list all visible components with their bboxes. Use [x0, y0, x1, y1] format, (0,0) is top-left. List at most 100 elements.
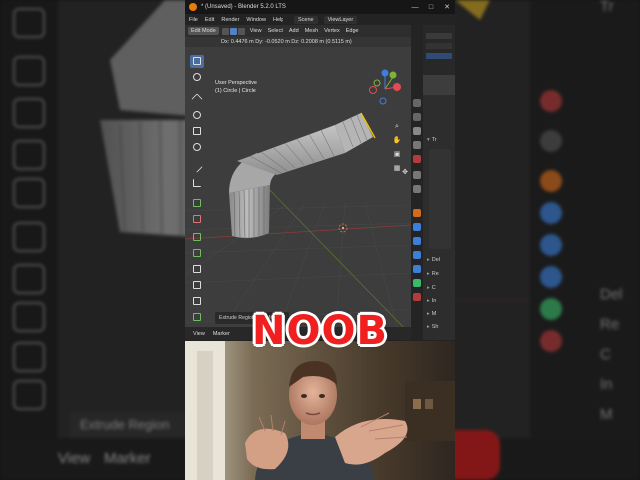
constraints-tab-icon[interactable]	[413, 265, 421, 273]
physics-tab-icon[interactable]	[413, 251, 421, 259]
webcam-image	[185, 341, 455, 480]
noob-caption: NOOB	[252, 308, 388, 354]
collection-tab-icon[interactable]	[413, 185, 421, 193]
render-tab-icon[interactable]	[413, 113, 421, 121]
extrude-icon[interactable]	[190, 197, 204, 210]
bg-prop-icon	[540, 130, 562, 152]
scale-icon[interactable]	[190, 125, 204, 138]
bg-tool-icon	[13, 264, 45, 294]
scene-tab-icon[interactable]	[413, 155, 421, 163]
view-layer-tab-icon[interactable]	[413, 141, 421, 149]
tool-tab-icon[interactable]	[413, 99, 421, 107]
minimize-button[interactable]: —	[407, 4, 423, 11]
bg-prop-label: Tr	[600, 0, 614, 15]
blender-logo-icon	[189, 3, 197, 11]
modifier-tab-icon[interactable]	[413, 223, 421, 231]
prop-section-delta[interactable]: ▸ Del	[427, 257, 440, 263]
mesh-object[interactable]	[229, 112, 376, 240]
bg-tool-icon	[13, 56, 45, 86]
bg-tool-icon	[13, 98, 45, 128]
transform-icon[interactable]	[190, 141, 204, 154]
outliner[interactable]	[423, 25, 455, 75]
bg-prop-icon	[540, 170, 562, 192]
edge-select-icon[interactable]	[229, 27, 237, 35]
bg-tool-icon	[13, 380, 45, 410]
menu-add[interactable]: Add	[289, 28, 299, 34]
view-name: User Perspective	[215, 80, 257, 86]
scene-selector[interactable]: Scene	[293, 15, 318, 24]
menu-render[interactable]: Render	[221, 17, 239, 23]
pan-hand-icon[interactable]: ✋	[391, 135, 403, 147]
viewport-info: User Perspective (1) Circle | Circle	[215, 79, 257, 95]
bg-prop-icon	[540, 202, 562, 224]
bg-tool-icon	[13, 302, 45, 332]
tool-shelf	[188, 55, 206, 340]
mode-selector[interactable]: Edit Mode	[188, 27, 219, 35]
menu-mesh[interactable]: Mesh	[305, 28, 318, 34]
menu-vertex[interactable]: Vertex	[324, 28, 340, 34]
outliner-row[interactable]	[426, 53, 452, 59]
bg-prop-label: C	[600, 346, 611, 363]
object-tab-icon[interactable]	[413, 209, 421, 217]
spin-icon[interactable]	[190, 295, 204, 308]
inset-icon[interactable]	[190, 213, 204, 226]
prop-section-instancing[interactable]: ▸ In	[427, 298, 436, 304]
3d-viewport[interactable]: Edit Mode View Select Add Mesh Vertex Ed…	[185, 25, 411, 340]
bg-prop-label: In	[600, 376, 613, 393]
bg-prop-icon	[540, 234, 562, 256]
move-view-icon[interactable]: ✥	[399, 167, 411, 179]
bg-tool-icon	[13, 8, 45, 38]
gizmo-z-icon	[381, 69, 389, 77]
poly-build-icon[interactable]	[190, 279, 204, 292]
rotate-icon[interactable]	[190, 109, 204, 122]
camera-icon[interactable]: ▣	[391, 149, 403, 161]
data-tab-icon[interactable]	[413, 279, 421, 287]
menu-help[interactable]: Help	[273, 17, 283, 23]
material-tab-icon[interactable]	[413, 293, 421, 301]
menu-edge[interactable]: Edge	[346, 28, 359, 34]
prop-section-transform[interactable]: ▾ Tr	[427, 137, 437, 143]
view-layer-selector[interactable]: ViewLayer	[323, 15, 358, 24]
menu-select[interactable]: Select	[268, 28, 283, 34]
blender-window: * (Unsaved) - Blender 5.2.0 LTS — □ ✕ Fi…	[185, 0, 455, 340]
face-select-icon[interactable]	[237, 27, 245, 35]
measure-icon[interactable]	[190, 177, 204, 190]
transform-status: Dx: 0.4476 m Dy: -0.0520 m Dz: 0.2008 m …	[185, 37, 411, 47]
particles-tab-icon[interactable]	[413, 237, 421, 245]
menu-file[interactable]: File	[189, 17, 198, 23]
outliner-row[interactable]	[426, 43, 452, 49]
webcam-video	[185, 341, 455, 480]
bg-prop-icon	[540, 330, 562, 352]
loop-cut-icon[interactable]	[190, 247, 204, 260]
vertex-select-icon[interactable]	[221, 27, 229, 35]
bg-tool-icon	[13, 342, 45, 372]
bg-marker-label: Marker	[104, 450, 151, 467]
menu-edit[interactable]: Edit	[205, 17, 214, 23]
annotate-icon[interactable]	[190, 161, 204, 174]
move-icon[interactable]	[190, 93, 204, 106]
properties-panel: ▾ Tr ▸ Del ▸ Re ▸ C ▸ In ▸ M ▸ Sh	[423, 95, 455, 340]
prop-section-collections[interactable]: ▸ C	[427, 285, 436, 291]
output-tab-icon[interactable]	[413, 127, 421, 135]
maximize-button[interactable]: □	[423, 4, 439, 11]
bevel-icon[interactable]	[190, 231, 204, 244]
knife-icon[interactable]	[190, 263, 204, 276]
x-axis-line	[185, 224, 411, 240]
menu-view[interactable]: View	[250, 28, 262, 34]
zoom-icon[interactable]: ⌕	[391, 121, 403, 133]
bg-extrude-panel: Extrude Region	[70, 412, 200, 438]
bg-tool-icon	[13, 222, 45, 252]
gizmo-x-icon	[393, 83, 401, 91]
navigation-gizmo[interactable]	[363, 63, 411, 123]
gizmo-y-icon	[389, 71, 397, 79]
transform-fields[interactable]	[429, 149, 451, 249]
title-bar: * (Unsaved) - Blender 5.2.0 LTS — □ ✕	[185, 0, 455, 14]
menu-window[interactable]: Window	[246, 17, 266, 23]
select-box-icon[interactable]	[190, 55, 204, 68]
cursor-icon[interactable]	[190, 71, 204, 84]
bg-view-label: View	[58, 450, 91, 467]
world-tab-icon[interactable]	[413, 171, 421, 179]
close-button[interactable]: ✕	[439, 3, 455, 11]
outliner-row[interactable]	[426, 33, 452, 39]
prop-section-relations[interactable]: ▸ Re	[427, 271, 439, 277]
